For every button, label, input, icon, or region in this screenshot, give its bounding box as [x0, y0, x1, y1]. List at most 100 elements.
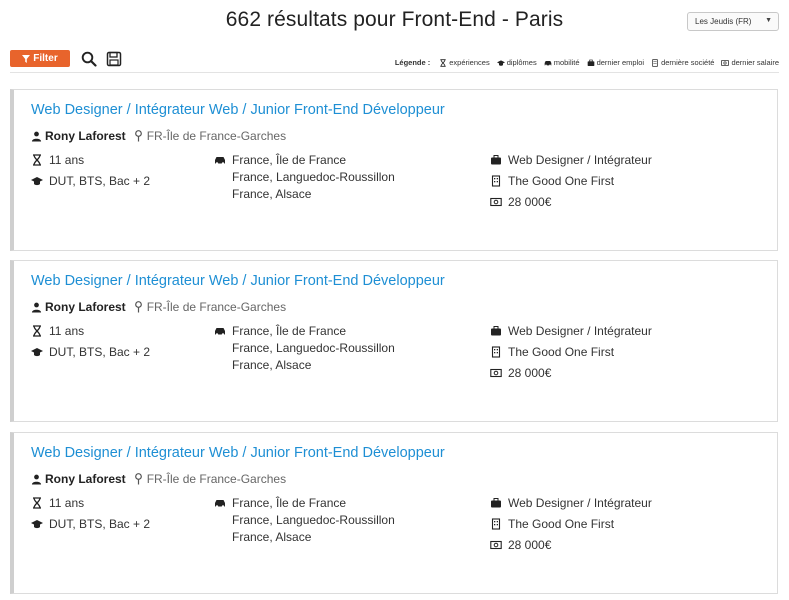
legend-item-last-salary: dernier salaire	[721, 58, 779, 67]
diplomas-value: DUT, BTS, Bac + 2	[49, 345, 151, 359]
experience-row: 11 ans	[31, 153, 150, 174]
filter-button[interactable]: Filter	[10, 50, 70, 67]
graduation-cap-icon	[31, 348, 43, 357]
last-job-row: Web Designer / Intégrateur	[490, 496, 652, 517]
diplomas-value: DUT, BTS, Bac + 2	[49, 174, 151, 188]
experience-column: 11 ans DUT, BTS, Bac + 2	[31, 153, 150, 195]
mobility-item: France, Île de France	[232, 153, 347, 167]
mobility-item: France, Île de France	[232, 324, 347, 338]
briefcase-icon	[491, 498, 501, 508]
building-icon	[491, 175, 501, 187]
car-icon	[215, 157, 225, 165]
hourglass-icon	[33, 325, 41, 337]
last-company-value: The Good One First	[508, 517, 615, 531]
search-icon[interactable]	[81, 51, 97, 67]
car-icon	[215, 328, 225, 336]
mobility-row: France, Île de France France, Languedoc-…	[214, 324, 395, 375]
legend-title: Légende :	[394, 58, 431, 67]
language-select[interactable]: Les Jeudis (FR) ▼	[687, 12, 779, 31]
legend-item-mobility: mobilité	[544, 58, 580, 67]
mobility-list: France, Île de France France, Languedoc-…	[232, 496, 395, 547]
toolbar: Filter Légende : expériences diplômes mo…	[10, 50, 779, 73]
funnel-icon	[22, 54, 31, 63]
page-header: 662 résultats pour Front-End - Paris Les…	[0, 0, 789, 44]
last-company-row: The Good One First	[490, 174, 652, 195]
candidate-name[interactable]: Rony Laforest	[45, 472, 126, 486]
last-salary-value: 28 000€	[508, 195, 552, 209]
map-pin-icon	[134, 130, 142, 142]
briefcase-icon	[491, 326, 501, 336]
mobility-row: France, Île de France France, Languedoc-…	[214, 496, 395, 547]
mobility-column: France, Île de France France, Languedoc-…	[214, 153, 395, 204]
mobility-item: France, Languedoc-Roussillon	[232, 513, 395, 527]
candidate-info: Rony Laforest FR-Île de France-Garches	[31, 300, 286, 314]
mobility-row: France, Île de France France, Languedoc-…	[214, 153, 395, 204]
user-icon	[31, 302, 42, 313]
legend: Légende : expériences diplômes mobilité …	[395, 58, 779, 67]
last-job-value: Web Designer / Intégrateur	[508, 496, 652, 510]
experience-value: 11 ans	[49, 153, 85, 167]
briefcase-icon	[587, 59, 594, 66]
mobility-item: France, Alsace	[232, 187, 312, 201]
result-title-link[interactable]: Web Designer / Intégrateur Web / Junior …	[31, 273, 445, 289]
last-job-value: Web Designer / Intégrateur	[508, 324, 652, 338]
money-icon	[721, 59, 730, 66]
last-company-row: The Good One First	[490, 345, 652, 366]
money-icon	[490, 540, 502, 550]
last-salary-row: 28 000€	[490, 195, 652, 216]
user-icon	[31, 131, 42, 142]
mobility-item: France, Languedoc-Roussillon	[232, 170, 395, 184]
last-company-row: The Good One First	[490, 517, 652, 538]
last-position-column: Web Designer / Intégrateur The Good One …	[490, 496, 652, 559]
last-salary-value: 28 000€	[508, 366, 552, 380]
result-card: Web Designer / Intégrateur Web / Junior …	[10, 89, 778, 251]
building-icon	[491, 346, 501, 358]
legend-label: mobilité	[553, 58, 580, 67]
mobility-list: France, Île de France France, Languedoc-…	[232, 153, 395, 204]
legend-item-last-job: dernier emploi	[587, 58, 644, 67]
legend-label: dernière société	[661, 58, 715, 67]
experience-row: 11 ans	[31, 324, 150, 345]
candidate-name[interactable]: Rony Laforest	[45, 129, 126, 143]
result-card: Web Designer / Intégrateur Web / Junior …	[10, 260, 778, 422]
result-title-link[interactable]: Web Designer / Intégrateur Web / Junior …	[31, 445, 445, 461]
result-card: Web Designer / Intégrateur Web / Junior …	[10, 432, 778, 594]
graduation-cap-icon	[31, 520, 43, 529]
briefcase-icon	[491, 155, 501, 165]
legend-label: expériences	[449, 58, 490, 67]
candidate-location: FR-Île de France-Garches	[146, 300, 287, 314]
money-icon	[490, 368, 502, 378]
candidate-name[interactable]: Rony Laforest	[45, 300, 126, 314]
car-icon	[215, 500, 225, 508]
experience-value: 11 ans	[49, 496, 85, 510]
mobility-item: France, Languedoc-Roussillon	[232, 341, 395, 355]
hourglass-icon	[33, 154, 41, 166]
experience-column: 11 ans DUT, BTS, Bac + 2	[31, 496, 150, 538]
hourglass-icon	[33, 497, 41, 509]
page-title: 662 résultats pour Front-End - Paris	[225, 8, 564, 31]
legend-label: dernier salaire	[731, 58, 779, 67]
save-icon[interactable]	[106, 51, 122, 67]
diplomas-row: DUT, BTS, Bac + 2	[31, 174, 150, 195]
building-icon	[652, 58, 658, 67]
user-icon	[31, 474, 42, 485]
money-icon	[490, 197, 502, 207]
legend-label: diplômes	[506, 58, 537, 67]
mobility-item: France, Île de France	[232, 496, 347, 510]
diplomas-row: DUT, BTS, Bac + 2	[31, 517, 150, 538]
last-position-column: Web Designer / Intégrateur The Good One …	[490, 324, 652, 387]
mobility-item: France, Alsace	[232, 530, 312, 544]
last-salary-value: 28 000€	[508, 538, 552, 552]
diplomas-value: DUT, BTS, Bac + 2	[49, 517, 151, 531]
experience-column: 11 ans DUT, BTS, Bac + 2	[31, 324, 150, 366]
filter-button-label: Filter	[33, 53, 58, 64]
last-job-row: Web Designer / Intégrateur	[490, 153, 652, 174]
last-salary-row: 28 000€	[490, 538, 652, 559]
building-icon	[491, 518, 501, 530]
result-title-link[interactable]: Web Designer / Intégrateur Web / Junior …	[31, 102, 445, 118]
last-company-value: The Good One First	[508, 345, 615, 359]
graduation-cap-icon	[496, 59, 505, 66]
candidate-location: FR-Île de France-Garches	[146, 129, 287, 143]
last-salary-row: 28 000€	[490, 366, 652, 387]
diplomas-row: DUT, BTS, Bac + 2	[31, 345, 150, 366]
